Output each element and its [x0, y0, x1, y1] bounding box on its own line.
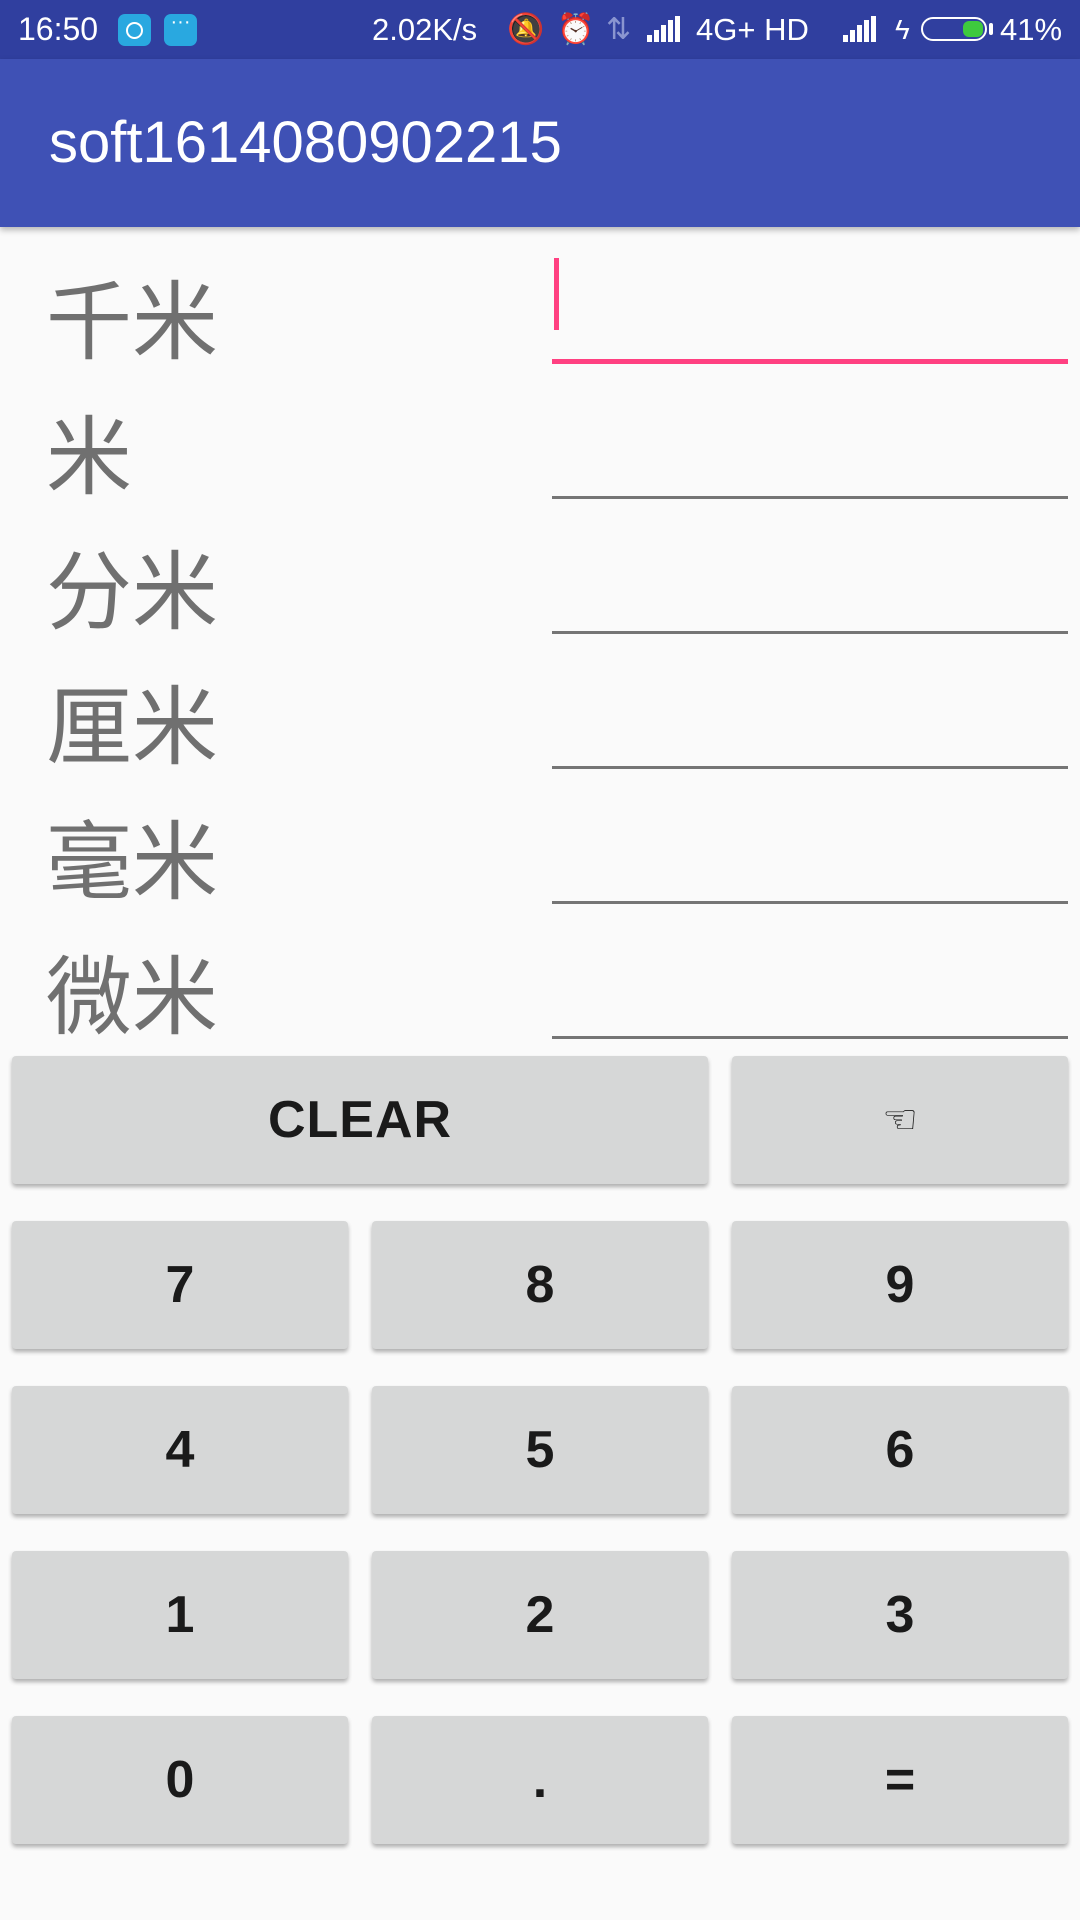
key-1[interactable]: 1 — [12, 1551, 348, 1679]
mute-icon: 🔕 — [507, 13, 545, 46]
clear-button[interactable]: CLEAR — [12, 1056, 708, 1184]
unit-label-um: 微米 — [46, 948, 218, 1048]
unit-label-mm: 毫米 — [46, 813, 218, 913]
app-bar: soft1614080902215 — [0, 59, 1080, 227]
unit-row-dm: 分米 — [0, 526, 1080, 661]
chat-app-icon — [164, 11, 197, 46]
charging-icon: ϟ — [895, 14, 910, 45]
key-equals[interactable]: = — [732, 1716, 1068, 1844]
um-input[interactable] — [552, 953, 1068, 1039]
data-arrows-icon: ⇅ — [606, 13, 632, 46]
m-input[interactable] — [552, 413, 1068, 499]
unit-label-dm: 分米 — [46, 543, 218, 643]
battery-tip — [989, 23, 993, 35]
status-bar: 16:50 2.02K/s 🔕 ⏰ ⇅ 4G+ HD ϟ 41% — [0, 0, 1080, 59]
dm-input[interactable] — [552, 548, 1068, 634]
unit-row-km: 千米 — [0, 256, 1080, 391]
km-input[interactable] — [552, 278, 1068, 364]
unit-row-cm: 厘米 — [0, 661, 1080, 796]
key-7[interactable]: 7 — [12, 1221, 348, 1349]
unit-label-km: 千米 — [46, 273, 218, 373]
app-title: soft1614080902215 — [49, 110, 562, 175]
network-speed: 2.02K/s — [372, 12, 478, 47]
text-cursor — [554, 258, 559, 330]
unit-label-m: 米 — [46, 408, 132, 508]
battery-icon — [921, 17, 987, 41]
key-decimal[interactable]: . — [372, 1716, 708, 1844]
unit-label-cm: 厘米 — [46, 678, 218, 778]
status-time: 16:50 — [18, 11, 99, 47]
alarm-icon: ⏰ — [557, 13, 595, 46]
network-type: 4G+ HD — [696, 12, 809, 47]
key-4[interactable]: 4 — [12, 1386, 348, 1514]
unit-row-m: 米 — [0, 391, 1080, 526]
key-3[interactable]: 3 — [732, 1551, 1068, 1679]
signal-icon-2 — [843, 16, 877, 42]
key-8[interactable]: 8 — [372, 1221, 708, 1349]
unit-row-mm: 毫米 — [0, 796, 1080, 931]
key-9[interactable]: 9 — [732, 1221, 1068, 1349]
backspace-hand-button[interactable]: ☜ — [732, 1056, 1068, 1184]
unit-row-um: 微米 — [0, 931, 1080, 1066]
battery-percent: 41% — [1000, 12, 1063, 47]
key-5[interactable]: 5 — [372, 1386, 708, 1514]
key-6[interactable]: 6 — [732, 1386, 1068, 1514]
signal-icon — [647, 16, 681, 42]
mm-input[interactable] — [552, 818, 1068, 904]
k-app-icon — [118, 14, 151, 46]
cm-input[interactable] — [552, 683, 1068, 769]
key-0[interactable]: 0 — [12, 1716, 348, 1844]
key-2[interactable]: 2 — [372, 1551, 708, 1679]
